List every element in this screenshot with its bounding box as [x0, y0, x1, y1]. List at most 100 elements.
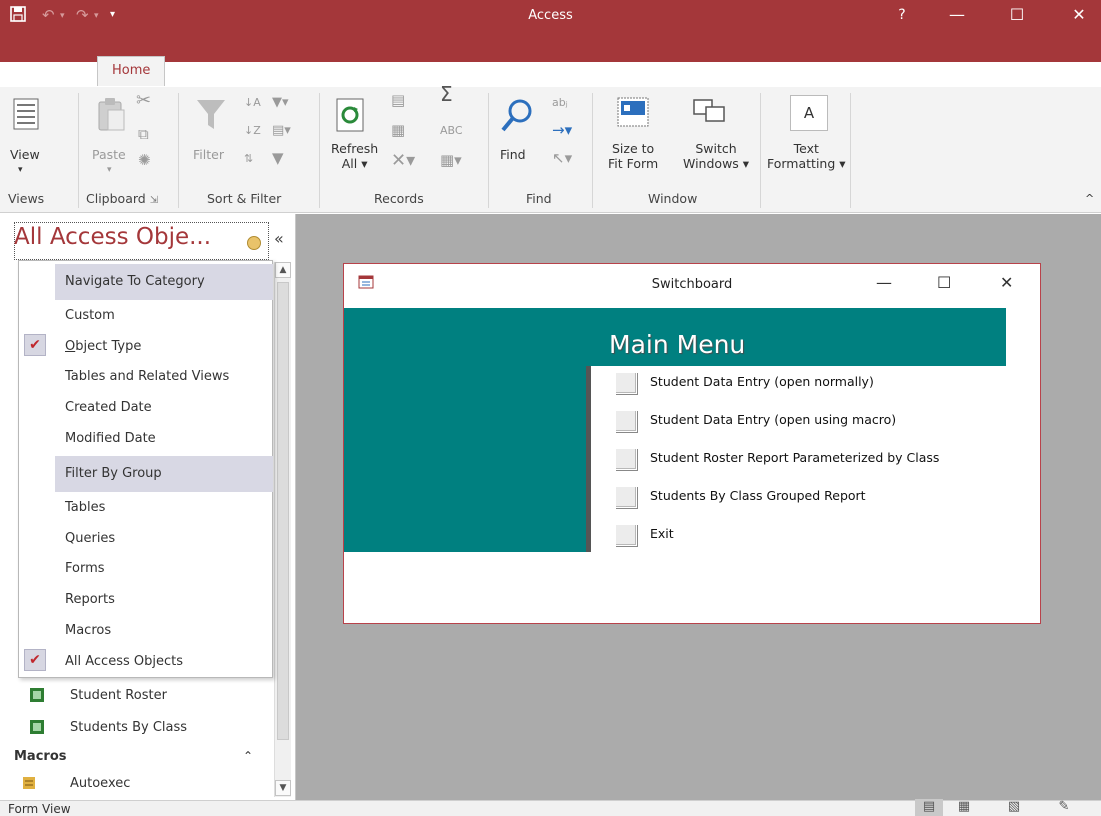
- ribbon-separator: [760, 93, 761, 208]
- text-formatting-icon[interactable]: A: [790, 95, 828, 131]
- switch-windows-icon[interactable]: [693, 97, 725, 133]
- layout-view-icon[interactable]: ▧: [1000, 799, 1028, 816]
- tell-me-box[interactable]: ⚲ Tell me what you want to do...: [557, 58, 767, 90]
- filter-icon[interactable]: [195, 97, 227, 137]
- menu-item-custom[interactable]: Custom: [65, 308, 115, 323]
- goto-icon[interactable]: →▾: [552, 123, 572, 138]
- title-bar: ↶ ▾ ↷ ▾ ▾ Access ? — ☐ ✕: [0, 0, 1101, 62]
- datasheet-view-icon[interactable]: ▦: [950, 799, 978, 816]
- form-minimize-button[interactable]: —: [876, 273, 892, 292]
- close-button[interactable]: ✕: [1057, 2, 1101, 30]
- spelling-icon[interactable]: ABC: [440, 123, 463, 138]
- paste-dropdown-icon[interactable]: ▾: [107, 163, 112, 178]
- selection-filter-icon[interactable]: ▼▾: [272, 95, 289, 110]
- switchboard-button[interactable]: [615, 448, 637, 470]
- sign-in-link[interactable]: Sign in: [1047, 58, 1091, 84]
- nav-item-student-roster[interactable]: Student Roster: [30, 688, 167, 703]
- nav-section-macros[interactable]: Macros: [14, 749, 67, 764]
- nav-scrollbar[interactable]: ▲ ▼: [274, 262, 291, 797]
- tab-file[interactable]: File: [12, 58, 34, 90]
- form-view-icon[interactable]: ▤: [915, 799, 943, 816]
- switchboard-button[interactable]: [615, 372, 637, 394]
- filter-button[interactable]: Filter: [193, 147, 224, 162]
- menu-item-forms[interactable]: Forms: [65, 561, 105, 576]
- nav-item-students-by-class[interactable]: Students By Class: [30, 720, 188, 735]
- replace-icon[interactable]: abⱼ: [552, 95, 568, 110]
- totals-icon[interactable]: Σ: [440, 84, 453, 104]
- delete-record-icon[interactable]: ✕▾: [391, 152, 415, 170]
- menu-item-queries[interactable]: Queries: [65, 531, 115, 546]
- menu-item-tables[interactable]: Tables: [65, 500, 105, 515]
- section-collapse-icon[interactable]: ⌃: [243, 749, 253, 763]
- scroll-up-icon[interactable]: ▲: [275, 262, 291, 278]
- switchboard-label[interactable]: Student Data Entry (open normally): [650, 374, 874, 389]
- form-close-button[interactable]: ✕: [1000, 273, 1013, 292]
- size-to-fit-button[interactable]: Size to Fit Form: [608, 141, 658, 171]
- find-button[interactable]: Find: [500, 147, 526, 162]
- advanced-filter-icon[interactable]: ▤▾: [272, 123, 291, 138]
- menu-item-modified-date[interactable]: Modified Date: [65, 431, 156, 446]
- nav-header-title[interactable]: All Access Obje...: [14, 224, 211, 250]
- nav-collapse-button[interactable]: «: [274, 229, 284, 248]
- more-records-icon[interactable]: ▦▾: [440, 153, 462, 168]
- save-record-icon[interactable]: ▦: [391, 123, 405, 138]
- switchboard-label[interactable]: Student Data Entry (open using macro): [650, 412, 896, 427]
- exit-label[interactable]: Exit: [650, 526, 674, 541]
- menu-item-created-date[interactable]: Created Date: [65, 400, 152, 415]
- menu-item-object-type-rest: bject Type: [75, 339, 142, 354]
- remove-sort-icon[interactable]: ⇅: [244, 151, 253, 166]
- view-dropdown-icon[interactable]: ▾: [18, 163, 23, 178]
- dialog-launcher-icon[interactable]: ⇲: [150, 195, 158, 206]
- menu-item-tables-related[interactable]: Tables and Related Views: [65, 369, 229, 384]
- nav-item-label: Autoexec: [70, 776, 131, 791]
- cut-icon[interactable]: ✂: [136, 92, 151, 110]
- scroll-down-icon[interactable]: ▼: [275, 780, 291, 796]
- exit-button[interactable]: [615, 524, 637, 546]
- scroll-thumb[interactable]: [277, 282, 289, 740]
- format-painter-icon[interactable]: ✺: [138, 153, 151, 168]
- new-record-icon[interactable]: ▤: [391, 93, 405, 108]
- refresh-all-button[interactable]: Refresh All ▾: [331, 141, 378, 171]
- switchboard-button[interactable]: [615, 410, 637, 432]
- tab-home[interactable]: Home: [97, 56, 166, 86]
- tab-external-data[interactable]: External Data: [283, 58, 372, 90]
- ribbon-separator: [850, 93, 851, 208]
- find-icon[interactable]: [500, 97, 534, 137]
- tab-create[interactable]: Create: [198, 58, 241, 90]
- menu-header-filter-by-group: Filter By Group: [55, 456, 273, 492]
- minimize-button[interactable]: —: [935, 2, 979, 30]
- switchboard-label[interactable]: Student Roster Report Parameterized by C…: [650, 450, 939, 465]
- form-maximize-button[interactable]: ☐: [937, 273, 951, 292]
- switch-line1: Switch: [695, 141, 737, 156]
- switchboard-button[interactable]: [615, 486, 637, 508]
- checkmark-icon: ✔: [24, 649, 46, 671]
- size-to-fit-icon[interactable]: [617, 97, 649, 133]
- copy-icon[interactable]: ⧉: [138, 127, 149, 142]
- design-view-icon[interactable]: ✎: [1050, 799, 1078, 816]
- switchboard-label[interactable]: Students By Class Grouped Report: [650, 488, 866, 503]
- maximize-button[interactable]: ☐: [995, 2, 1039, 30]
- nav-item-autoexec[interactable]: Autoexec: [23, 776, 131, 791]
- nav-dropdown-icon[interactable]: [247, 236, 261, 250]
- view-button[interactable]: View: [10, 147, 40, 162]
- sort-ascending-icon[interactable]: ↓A: [244, 95, 261, 110]
- text-formatting-button[interactable]: Text Formatting ▾: [767, 141, 846, 171]
- collapse-ribbon-button[interactable]: ^: [1085, 191, 1094, 206]
- nav-item-label: Students By Class: [70, 720, 188, 735]
- menu-item-macros[interactable]: Macros: [65, 623, 111, 638]
- switch-line2: Windows ▾: [683, 156, 750, 171]
- paste-button[interactable]: Paste: [92, 147, 126, 162]
- tab-database-tools[interactable]: Database Tools: [412, 58, 510, 90]
- form-title-bar[interactable]: Switchboard — ☐ ✕: [344, 264, 1040, 308]
- menu-item-object-type[interactable]: Object Type: [65, 339, 141, 354]
- select-icon[interactable]: ↖▾: [552, 151, 572, 166]
- view-icon[interactable]: [12, 97, 40, 135]
- refresh-all-icon[interactable]: [335, 97, 365, 137]
- switch-windows-button[interactable]: Switch Windows ▾: [683, 141, 749, 171]
- menu-item-reports[interactable]: Reports: [65, 592, 115, 607]
- toggle-filter-icon[interactable]: ▼: [272, 151, 284, 166]
- help-button[interactable]: ?: [880, 2, 924, 30]
- sort-descending-icon[interactable]: ↓Z: [244, 123, 261, 138]
- paste-icon[interactable]: [96, 97, 126, 137]
- menu-item-all-access-objects[interactable]: All Access Objects: [65, 654, 183, 669]
